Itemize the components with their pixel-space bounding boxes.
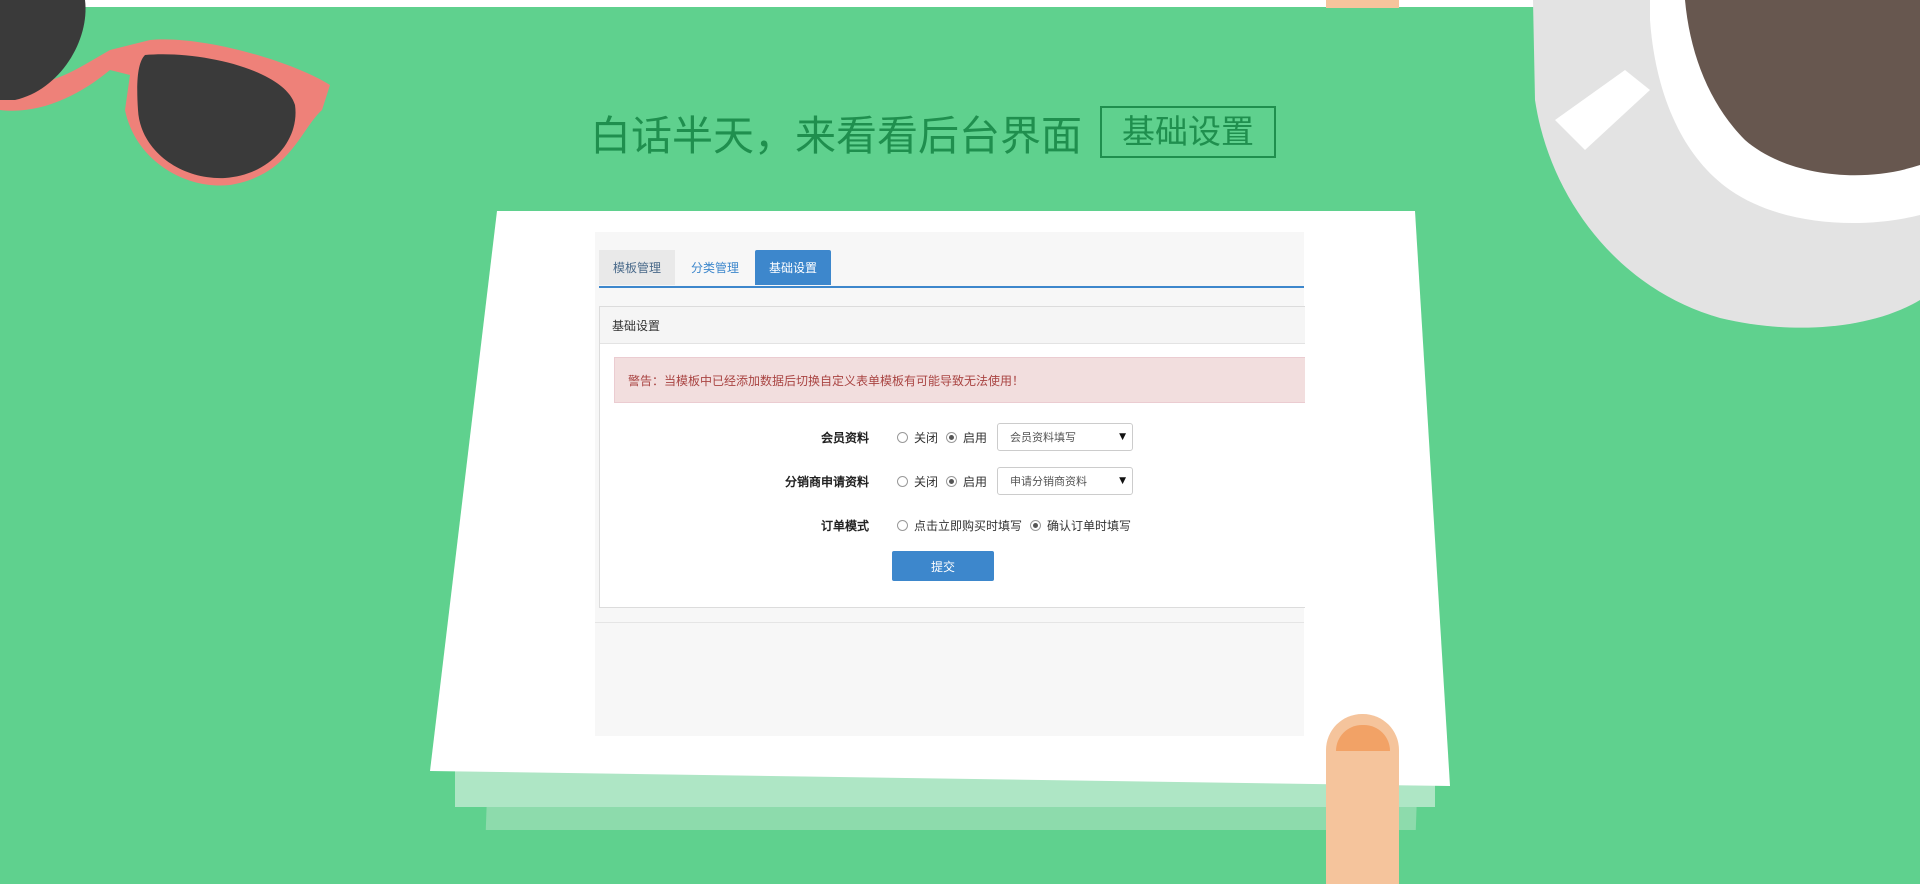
radio-label: 确认订单时填写 [1047, 518, 1132, 533]
radio-enable[interactable] [946, 475, 958, 487]
radio-on-buy[interactable] [897, 519, 908, 531]
member-profile-select[interactable]: 会员资料填写 ▼ [997, 423, 1134, 451]
row-label: 分销商申请资料 [784, 474, 869, 489]
tab-template-management[interactable]: 模板管理 [599, 250, 676, 285]
row-label: 会员资料 [820, 430, 869, 445]
radio-enable[interactable] [946, 431, 958, 443]
row-member-profile: 会员资料 关闭 启用 会员资料填写 ▼ [600, 422, 1305, 452]
finger-tip-top [1326, 0, 1399, 8]
admin-screenshot: 模板管理 分类管理 基础设置 基础设置 警告：当模板中已经添加数据后切换自定义表… [595, 232, 1305, 736]
radio-close[interactable] [897, 431, 908, 443]
headline-text: 白话半天，来看看后台界面 [590, 112, 1082, 160]
warning-alert: 警告：当模板中已经添加数据后切换自定义表单模板有可能导致无法使用！ [614, 357, 1305, 403]
radio-on-confirm[interactable] [1030, 519, 1042, 531]
caret-down-icon: ▼ [1119, 476, 1127, 486]
radio-label: 点击立即购买时填写 [914, 518, 1023, 533]
radio-label: 启用 [963, 430, 988, 445]
coffee-cup-icon [1533, 0, 1920, 328]
radio-label: 关闭 [914, 474, 939, 489]
row-label: 订单模式 [820, 518, 869, 533]
headline: 白话半天，来看看后台界面 基础设置 [590, 100, 1276, 164]
radio-label: 关闭 [914, 430, 939, 445]
panel-title: 基础设置 [600, 307, 1305, 344]
select-value: 会员资料填写 [1010, 431, 1077, 444]
tab-bar: 模板管理 分类管理 基础设置 [599, 250, 1304, 288]
row-order-mode: 订单模式 点击立即购买时填写 确认订单时填写 [600, 510, 1305, 540]
sunglasses-icon [0, 0, 330, 186]
caret-down-icon: ▼ [1119, 432, 1127, 442]
select-value: 申请分销商资料 [1010, 475, 1088, 488]
radio-label: 启用 [963, 474, 988, 489]
headline-tag: 基础设置 [1100, 106, 1276, 158]
tab-basic-settings[interactable]: 基础设置 [755, 250, 832, 285]
submit-button[interactable]: 提交 [892, 551, 994, 581]
row-distributor-profile: 分销商申请资料 关闭 启用 申请分销商资料 ▼ [600, 466, 1305, 496]
distributor-profile-select[interactable]: 申请分销商资料 ▼ [997, 467, 1134, 495]
tab-category-management[interactable]: 分类管理 [677, 250, 753, 285]
divider [595, 622, 1304, 623]
radio-close[interactable] [897, 475, 908, 487]
